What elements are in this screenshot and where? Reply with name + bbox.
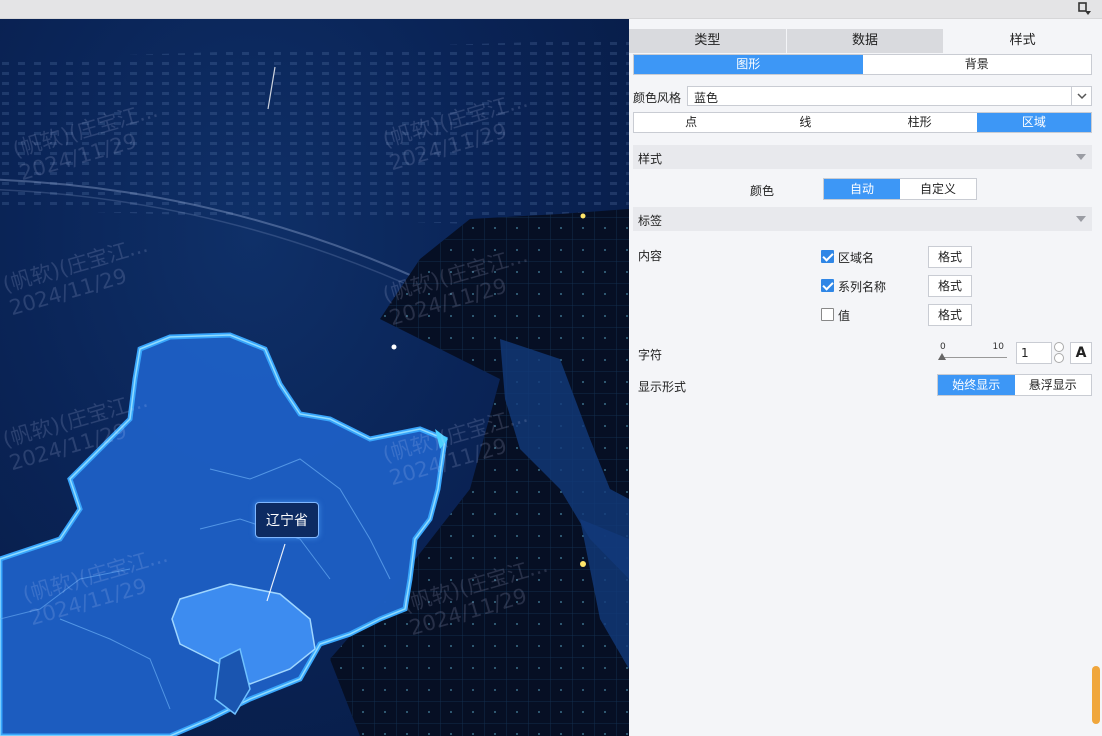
display-hover-option[interactable]: 悬浮显示 (1015, 375, 1092, 395)
element-tab-point[interactable]: 点 (634, 113, 748, 132)
color-style-label: 颜色风格 (633, 91, 682, 105)
scrollbar-thumb[interactable] (1092, 666, 1100, 724)
tab-style[interactable]: 样式 (944, 29, 1102, 53)
map-graphic (0, 39, 629, 736)
color-label: 颜色 (750, 184, 775, 198)
filter-dropdown-icon[interactable] (1078, 2, 1092, 16)
subtab-background[interactable]: 背景 (863, 55, 1092, 74)
slider-min: 0 (940, 342, 946, 352)
region-name-checkbox[interactable] (821, 250, 834, 263)
map-canvas[interactable]: (帆软)(庄宝江... 2024/11/29 (帆软)(庄宝江... 2024/11… (0, 19, 629, 736)
region-name-label: 区域名 (838, 251, 875, 265)
content-label: 内容 (638, 249, 663, 263)
chevron-down-icon[interactable] (1054, 353, 1064, 363)
char-label: 字符 (638, 348, 663, 362)
char-count-value: 1 (1021, 346, 1029, 360)
chevron-up-icon[interactable] (1054, 342, 1064, 352)
display-mode-label: 显示形式 (638, 380, 687, 394)
label-section-header[interactable]: 标签 (633, 207, 1092, 231)
char-count-stepper[interactable] (1052, 342, 1066, 364)
element-tab-column[interactable]: 柱形 (863, 113, 977, 132)
value-label: 值 (838, 309, 851, 323)
color-style-select[interactable]: 蓝色 (687, 86, 1092, 106)
color-custom-option[interactable]: 自定义 (900, 179, 976, 199)
section-title: 样式 (638, 152, 663, 166)
display-mode-switch: 始终显示 悬浮显示 (937, 374, 1092, 396)
series-name-format-button[interactable]: 格式 (928, 275, 972, 297)
top-toolbar (0, 0, 1102, 19)
display-always-option[interactable]: 始终显示 (938, 375, 1015, 395)
main-tabs: 类型 数据 样式 (629, 29, 1102, 53)
section-title: 标签 (638, 214, 663, 228)
subtab-graphic[interactable]: 图形 (634, 55, 863, 74)
style-section-header[interactable]: 样式 (633, 145, 1092, 169)
char-slider[interactable]: 0 10 (938, 342, 1010, 364)
chevron-down-icon[interactable] (1071, 87, 1091, 105)
region-tooltip[interactable]: 辽宁省 (255, 502, 319, 538)
value-checkbox[interactable] (821, 308, 834, 321)
slider-max: 10 (992, 342, 1004, 352)
tab-data[interactable]: 数据 (786, 29, 945, 53)
region-name-format-button[interactable]: 格式 (928, 246, 972, 268)
color-style-value: 蓝色 (694, 91, 719, 105)
series-name-label: 系列名称 (838, 280, 887, 294)
subtab-switch: 图形 背景 (633, 54, 1092, 75)
element-type-tabs: 点 线 柱形 区域 (633, 112, 1092, 133)
value-format-button[interactable]: 格式 (928, 304, 972, 326)
style-config-panel: 类型 数据 样式 图形 背景 颜色风格 蓝色 点 线 柱形 区域 样式 颜色 自… (629, 19, 1102, 736)
series-name-checkbox[interactable] (821, 279, 834, 292)
char-count-input[interactable]: 1 (1016, 342, 1052, 364)
element-tab-area[interactable]: 区域 (976, 113, 1091, 132)
collapse-icon[interactable] (1076, 216, 1086, 222)
color-mode-switch: 自动 自定义 (823, 178, 977, 200)
tab-type[interactable]: 类型 (629, 29, 787, 53)
collapse-icon[interactable] (1076, 154, 1086, 160)
color-auto-option[interactable]: 自动 (824, 179, 900, 199)
element-tab-line[interactable]: 线 (748, 113, 862, 132)
slider-track (941, 357, 1007, 358)
slider-thumb[interactable] (938, 353, 946, 360)
font-style-button[interactable]: A (1070, 342, 1092, 364)
